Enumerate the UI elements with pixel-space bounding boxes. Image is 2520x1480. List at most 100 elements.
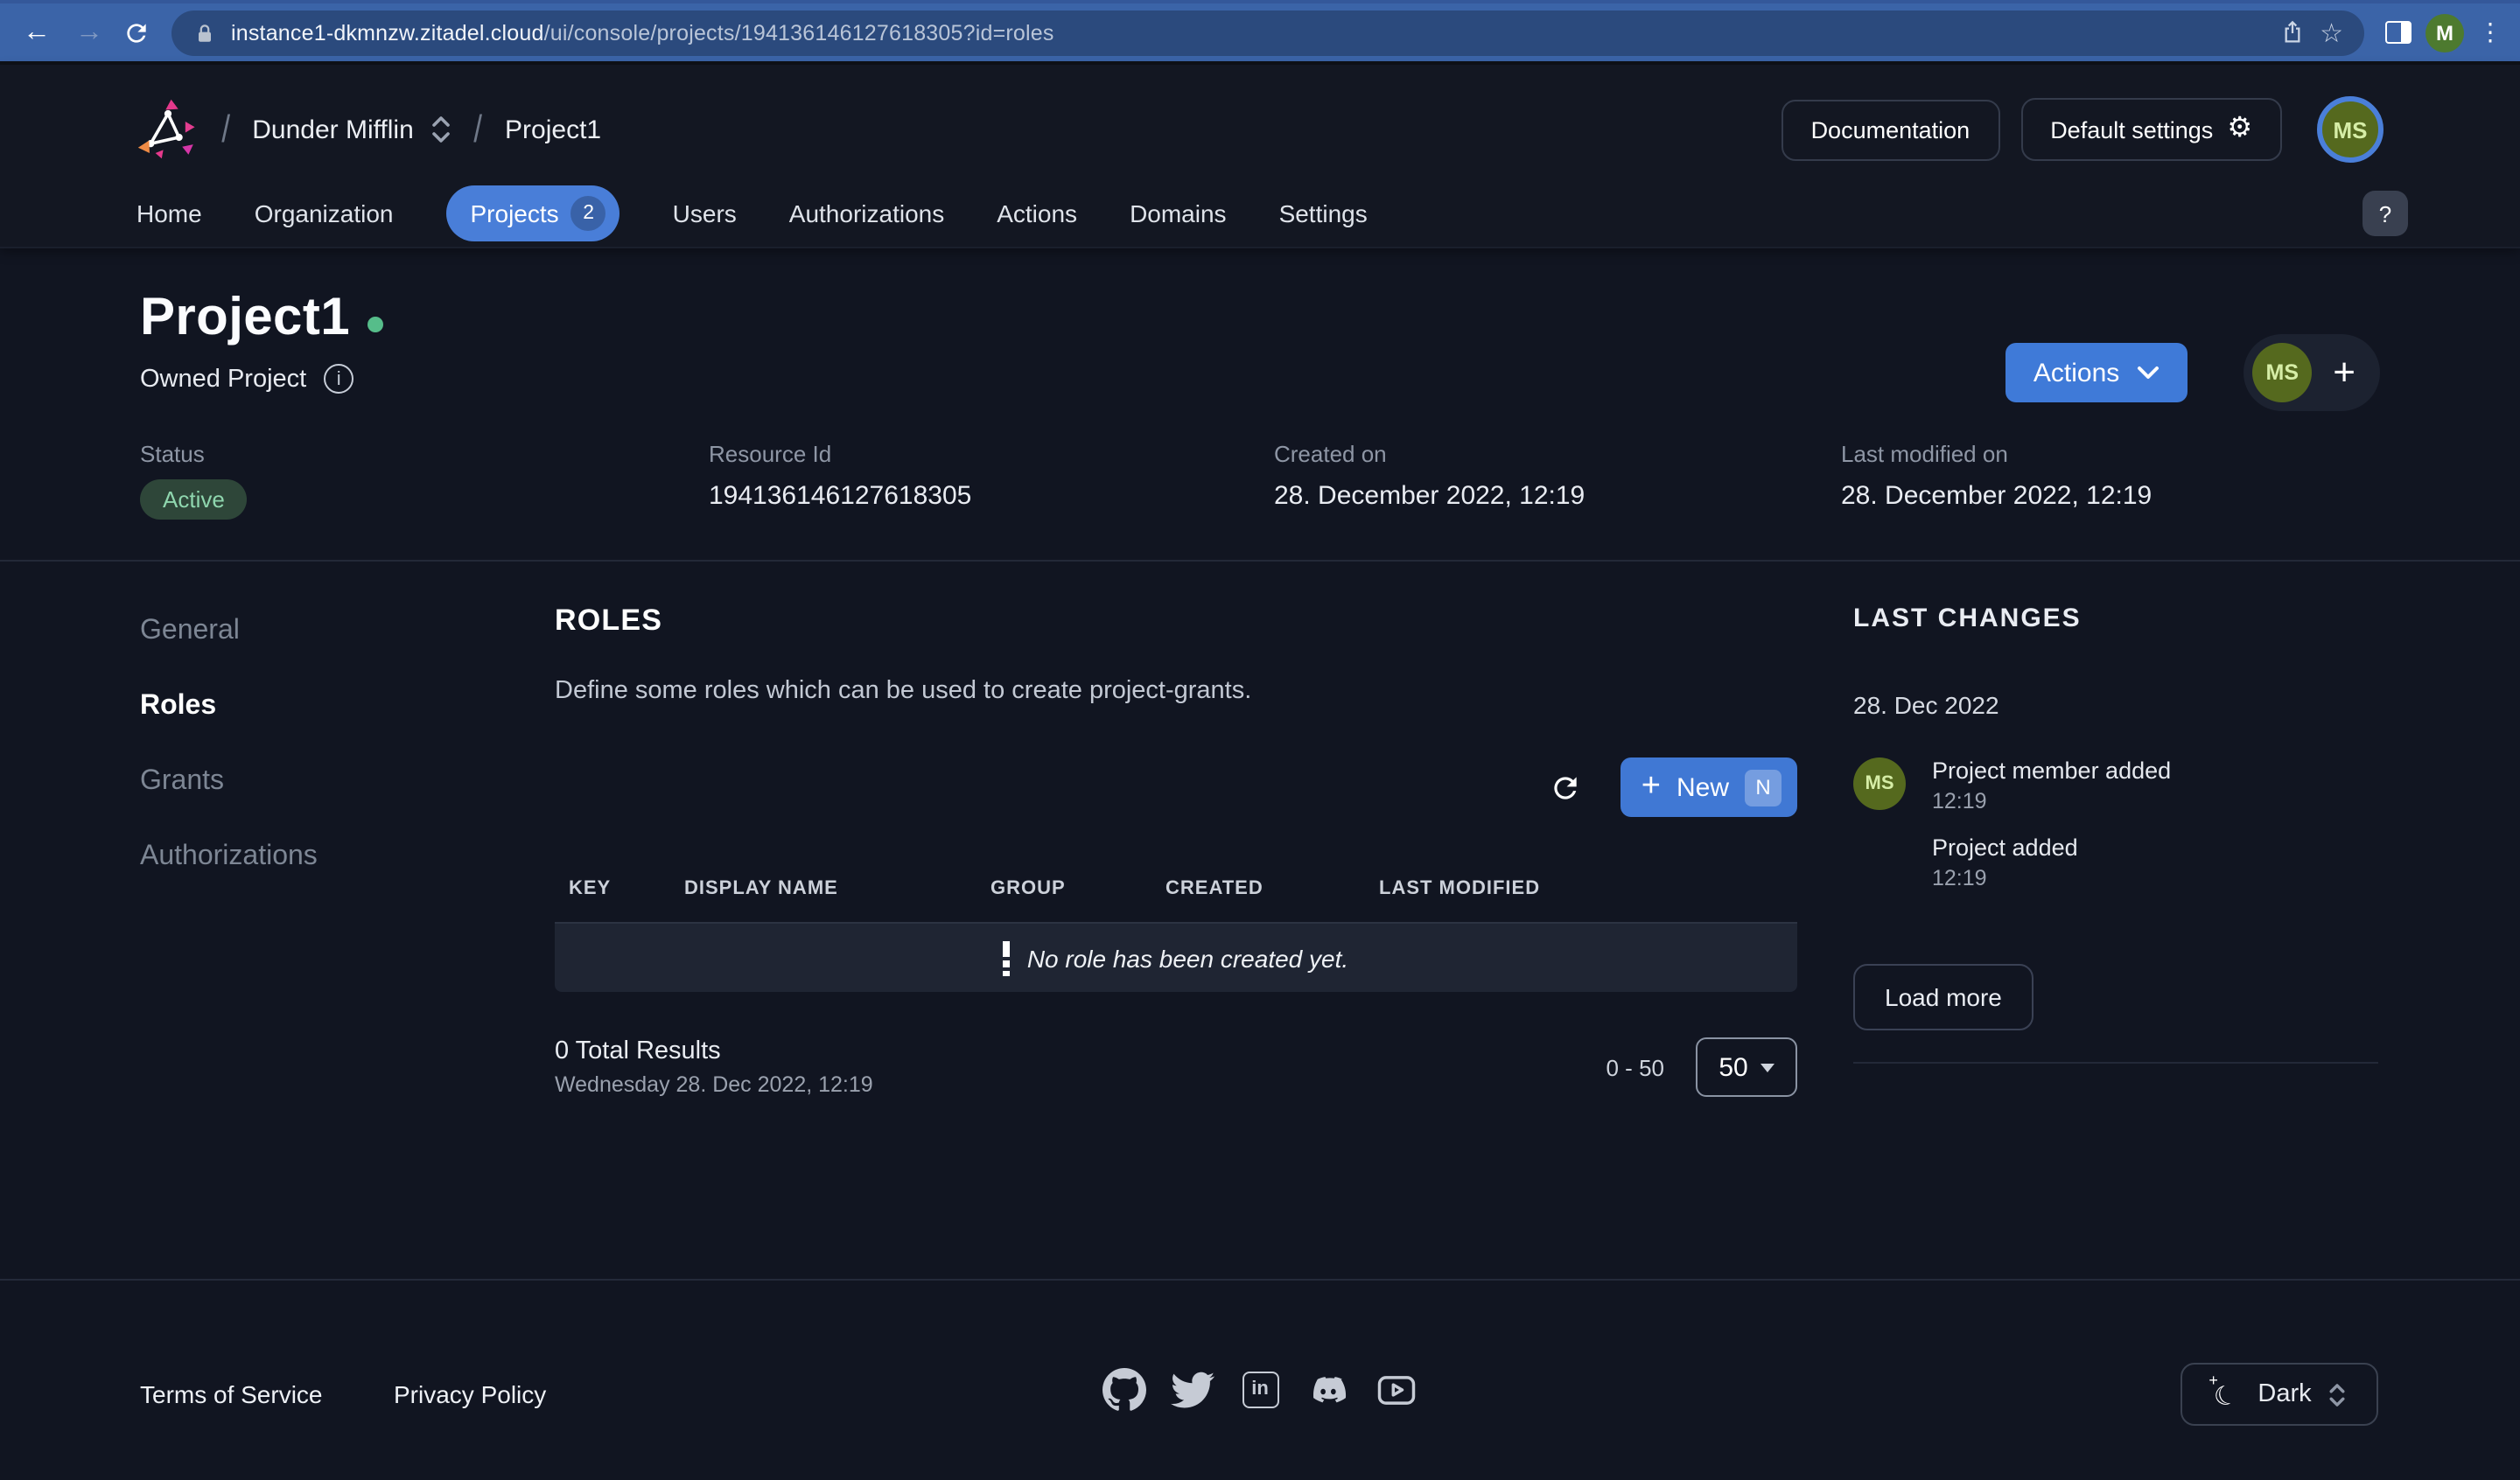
- roles-section: ROLES Define some roles which can be use…: [555, 604, 1797, 1097]
- meta-resource-id: Resource Id 194136146127618305: [709, 441, 971, 511]
- add-member-icon[interactable]: +: [2333, 353, 2356, 392]
- github-icon[interactable]: [1101, 1366, 1146, 1412]
- browser-toolbar: ← → instance1-dkmnzw.zitadel.cloud/ui/co…: [0, 0, 2520, 65]
- nav-authorizations[interactable]: Authorizations: [789, 199, 944, 227]
- status-label: Status: [140, 441, 248, 467]
- breadcrumb-separator: /: [221, 107, 230, 152]
- org-name: Dunder Mifflin: [252, 115, 414, 144]
- event-time: 12:19: [1932, 789, 2171, 813]
- plus-icon: +: [1642, 769, 1661, 802]
- resource-id-value: 194136146127618305: [709, 481, 971, 511]
- col-created[interactable]: CREATED: [1166, 878, 1379, 899]
- browser-profile-avatar[interactable]: M: [2426, 13, 2464, 52]
- linkedin-icon[interactable]: in: [1237, 1366, 1283, 1412]
- sidenav-general[interactable]: General: [140, 616, 490, 647]
- meta-modified: Last modified on 28. December 2022, 12:1…: [1841, 441, 2152, 511]
- shortcut-badge: N: [1745, 769, 1782, 806]
- default-settings-button[interactable]: Default settings ⚙: [2020, 98, 2282, 161]
- event-avatar: MS: [1853, 757, 1906, 810]
- project-side-nav: General Roles Grants Authorizations: [140, 616, 490, 917]
- default-settings-label: Default settings: [2050, 116, 2213, 143]
- org-switcher[interactable]: Dunder Mifflin: [252, 112, 452, 147]
- section-divider: [0, 560, 2520, 562]
- changes-date: 28. Dec 2022: [1853, 691, 2378, 719]
- last-changes-title: LAST CHANGES: [1853, 604, 2378, 633]
- empty-state-text: No role has been created yet.: [1027, 944, 1348, 972]
- theme-label: Dark: [2258, 1380, 2311, 1408]
- nav-home[interactable]: Home: [136, 199, 202, 227]
- sidenav-roles[interactable]: Roles: [140, 691, 490, 723]
- change-event: Project added 12:19: [1932, 834, 2171, 890]
- info-icon[interactable]: i: [324, 364, 354, 394]
- change-event: Project member added 12:19: [1932, 757, 2171, 813]
- browser-reload-icon[interactable]: [122, 18, 150, 46]
- event-label: Project added: [1932, 834, 2171, 861]
- browser-back-icon[interactable]: ←: [18, 17, 56, 48]
- nav-actions[interactable]: Actions: [997, 199, 1077, 227]
- modified-label: Last modified on: [1841, 441, 2152, 467]
- total-results: 0 Total Results: [555, 1037, 873, 1065]
- screen: ← → instance1-dkmnzw.zitadel.cloud/ui/co…: [0, 0, 2520, 1480]
- pagination-range: 0 - 50: [1606, 1055, 1665, 1081]
- caret-down-icon: [1760, 1063, 1774, 1072]
- sidenav-grants[interactable]: Grants: [140, 766, 490, 798]
- sidenav-authorizations[interactable]: Authorizations: [140, 841, 490, 873]
- theme-selector[interactable]: ☾+ Dark: [2180, 1363, 2378, 1426]
- exclamation-icon: [1004, 940, 1010, 975]
- event-time: 12:19: [1932, 866, 2171, 890]
- changes-divider: [1853, 1062, 2378, 1064]
- refresh-icon[interactable]: [1549, 771, 1582, 804]
- roles-title: ROLES: [555, 604, 1797, 639]
- help-button[interactable]: ?: [2362, 191, 2408, 236]
- youtube-icon[interactable]: [1374, 1366, 1419, 1412]
- breadcrumb-separator: /: [474, 107, 483, 152]
- nav-settings[interactable]: Settings: [1279, 199, 1368, 227]
- nav-projects[interactable]: Projects 2: [446, 185, 620, 241]
- col-last-modified[interactable]: LAST MODIFIED: [1379, 878, 1797, 899]
- unfold-chevrons-icon: [2328, 1379, 2347, 1409]
- roles-description: Define some roles which can be used to c…: [555, 677, 1797, 705]
- unfold-chevrons-icon: [431, 112, 452, 147]
- twitter-icon[interactable]: [1169, 1366, 1214, 1412]
- meta-status: Status Active: [140, 441, 248, 520]
- url-text: instance1-dkmnzw.zitadel.cloud/ui/consol…: [231, 20, 1054, 45]
- nav-domains[interactable]: Domains: [1130, 199, 1227, 227]
- results-timestamp: Wednesday 28. Dec 2022, 12:19: [555, 1072, 873, 1097]
- project-members-pill[interactable]: MS +: [2244, 334, 2380, 411]
- app-header: / Dunder Mifflin / Project1 Documentatio…: [0, 65, 2520, 248]
- load-more-button[interactable]: Load more: [1853, 964, 2034, 1030]
- side-panel-icon[interactable]: [2385, 21, 2412, 44]
- status-badge: Active: [140, 479, 248, 520]
- discord-icon[interactable]: [1306, 1366, 1351, 1412]
- active-status-dot: [368, 316, 383, 332]
- actions-label: Actions: [2034, 358, 2119, 387]
- roles-table-header: KEY DISPLAY NAME GROUP CREATED LAST MODI…: [555, 862, 1797, 915]
- page-size-value: 50: [1718, 1052, 1747, 1082]
- url-domain: instance1-dkmnzw.zitadel.cloud: [231, 20, 544, 45]
- event-label: Project member added: [1932, 757, 2171, 784]
- project-title-section: Project1 Owned Project i Actions MS +: [140, 289, 2380, 394]
- gear-icon: ⚙: [2227, 115, 2252, 143]
- browser-menu-icon[interactable]: ⋮: [2478, 17, 2502, 47]
- col-group[interactable]: GROUP: [990, 878, 1166, 899]
- zitadel-logo[interactable]: [136, 98, 200, 161]
- nav-users[interactable]: Users: [673, 199, 737, 227]
- projects-count-badge: 2: [571, 196, 606, 231]
- col-display-name[interactable]: DISPLAY NAME: [684, 878, 990, 899]
- documentation-label: Documentation: [1811, 116, 1970, 143]
- col-key[interactable]: KEY: [569, 878, 684, 899]
- url-bar[interactable]: instance1-dkmnzw.zitadel.cloud/ui/consol…: [172, 10, 2364, 55]
- page-size-select[interactable]: 50: [1696, 1037, 1797, 1097]
- bookmark-star-icon[interactable]: ☆: [2320, 17, 2343, 48]
- nav-organization[interactable]: Organization: [255, 199, 394, 227]
- share-icon[interactable]: [2278, 18, 2306, 46]
- moon-icon: ☾+: [2212, 1379, 2242, 1410]
- browser-forward-icon[interactable]: →: [70, 17, 108, 48]
- documentation-button[interactable]: Documentation: [1782, 99, 2000, 160]
- created-label: Created on: [1274, 441, 1585, 467]
- actions-button[interactable]: Actions: [2006, 343, 2188, 402]
- user-avatar[interactable]: MS: [2317, 96, 2384, 163]
- url-path: /ui/console/projects/194136146127618305?…: [544, 20, 1054, 45]
- breadcrumb-project[interactable]: Project1: [505, 115, 601, 144]
- new-role-button[interactable]: + New N: [1620, 757, 1797, 817]
